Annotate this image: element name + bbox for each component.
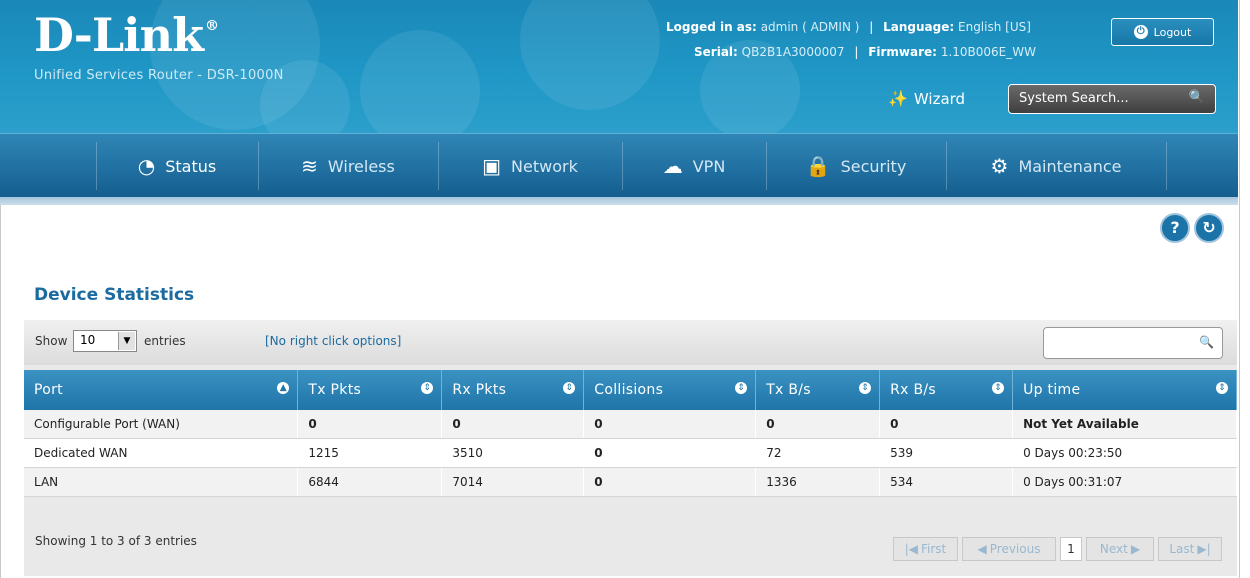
- cell-up-time: 0 Days 00:23:50: [1012, 438, 1237, 468]
- device-statistics-table: Port ▲ Tx Pkts ⇕ Rx Pkts ⇕ Collisions ⇕ Tx B…: [24, 370, 1237, 497]
- cell-tx-bps: 72: [755, 438, 881, 468]
- cell-tx-pkts: 0: [297, 410, 443, 439]
- entries-label: entries: [144, 334, 186, 348]
- sort-up-icon: ▲: [277, 382, 290, 394]
- sort-icon: ⇕: [859, 382, 872, 394]
- search-icon: 🔍: [1188, 90, 1205, 105]
- cell-port: Dedicated WAN: [24, 438, 299, 468]
- lock-icon: 🔒: [805, 154, 831, 178]
- cell-tx-pkts: 1215: [297, 438, 443, 468]
- entries-select[interactable]: 10 ▼: [73, 330, 137, 352]
- next-page-button[interactable]: Next ▶: [1086, 537, 1154, 561]
- sort-icon: ⇕: [421, 382, 434, 394]
- previous-icon: ◀: [977, 542, 987, 556]
- column-header-tx-pkts[interactable]: Tx Pkts ⇕: [297, 370, 443, 410]
- cell-tx-bps: 1336: [755, 467, 881, 497]
- logout-button[interactable]: ⏻ Logout: [1111, 18, 1214, 46]
- table-row[interactable]: LAN 6844 7014 0 1336 534 0 Days 00:31:07: [24, 467, 1237, 497]
- cell-rx-pkts: 3510: [441, 438, 585, 468]
- help-icon[interactable]: ?: [1160, 213, 1190, 243]
- cloud-lock-icon: ☁: [662, 154, 683, 178]
- speedometer-icon: ◔: [137, 154, 156, 178]
- nav-security[interactable]: 🔒 Security: [766, 134, 946, 198]
- table-header-row: Port ▲ Tx Pkts ⇕ Rx Pkts ⇕ Collisions ⇕ Tx B…: [24, 370, 1237, 410]
- wizard-button[interactable]: ✨ Wizard: [888, 89, 965, 108]
- last-page-button[interactable]: Last ▶|: [1158, 537, 1222, 561]
- page-title: Device Statistics: [34, 285, 195, 305]
- column-header-port[interactable]: Port ▲: [24, 370, 299, 410]
- column-header-rx-bps[interactable]: Rx B/s ⇕: [879, 370, 1014, 410]
- gears-icon: ⚙: [990, 154, 1009, 178]
- next-icon: ▶: [1130, 542, 1141, 556]
- chevron-down-icon: ▼: [118, 332, 135, 350]
- cell-tx-pkts: 6844: [297, 467, 443, 497]
- column-header-up-time[interactable]: Up time ⇕: [1012, 370, 1237, 410]
- cell-up-time: 0 Days 00:31:07: [1012, 467, 1237, 497]
- cell-collisions: 0: [583, 467, 757, 497]
- previous-page-button[interactable]: ◀ Previous: [962, 537, 1056, 561]
- cell-rx-bps: 534: [879, 467, 1014, 497]
- column-header-tx-bps[interactable]: Tx B/s ⇕: [755, 370, 881, 410]
- monitor-icon: ▣: [482, 154, 502, 178]
- column-header-collisions[interactable]: Collisions ⇕: [583, 370, 757, 410]
- nav-wireless[interactable]: ≋ Wireless: [258, 134, 438, 198]
- cell-port: LAN: [24, 467, 299, 497]
- cell-rx-bps: 0: [879, 410, 1014, 439]
- sort-icon: ⇕: [563, 382, 576, 394]
- product-subtitle: Unified Services Router - DSR-1000N: [34, 68, 284, 83]
- show-label: Show: [35, 334, 68, 348]
- login-info: Logged in as: admin ( ADMIN ) | Language…: [666, 20, 1031, 34]
- device-info: Serial: QB2B1A3000007 | Firmware: 1.10B0…: [694, 45, 1036, 59]
- cell-rx-pkts: 0: [441, 410, 585, 439]
- refresh-icon[interactable]: ↻: [1194, 213, 1224, 243]
- logged-user: admin ( ADMIN ): [760, 20, 860, 34]
- table-row[interactable]: Configurable Port (WAN) 0 0 0 0 0 Not Ye…: [24, 410, 1237, 439]
- first-icon: |◀: [904, 542, 918, 556]
- current-page-button[interactable]: 1: [1060, 537, 1082, 561]
- cell-collisions: 0: [583, 438, 757, 468]
- cell-port: Configurable Port (WAN): [24, 410, 299, 439]
- nav-vpn[interactable]: ☁ VPN: [622, 134, 766, 198]
- nav-underline: [0, 197, 1238, 205]
- no-right-click-note: [No right click options]: [265, 334, 402, 348]
- magic-wand-icon: ✨: [888, 89, 908, 108]
- cell-up-time: Not Yet Available: [1012, 410, 1237, 439]
- first-page-button[interactable]: |◀ First: [893, 537, 958, 561]
- pagination-info: Showing 1 to 3 of 3 entries: [35, 534, 197, 548]
- language-value[interactable]: English [US]: [958, 20, 1031, 34]
- wifi-icon: ≋: [301, 154, 318, 178]
- column-header-rx-pkts[interactable]: Rx Pkts ⇕: [441, 370, 585, 410]
- nav-network[interactable]: ▣ Network: [438, 134, 622, 198]
- dlink-logo: D-Link ®: [34, 8, 219, 62]
- power-icon: ⏻: [1133, 25, 1148, 39]
- serial-value: QB2B1A3000007: [741, 45, 845, 59]
- firmware-value: 1.10B006E_WW: [940, 45, 1036, 59]
- system-search-input[interactable]: System Search... 🔍: [1008, 84, 1216, 114]
- table-search-input[interactable]: 🔍: [1043, 327, 1223, 359]
- main-nav: ◔ Status ≋ Wireless ▣ Network ☁ VPN 🔒 Securit…: [0, 133, 1238, 198]
- last-icon: ▶|: [1197, 542, 1211, 556]
- search-icon: 🔍: [1199, 335, 1214, 349]
- cell-rx-pkts: 7014: [441, 467, 585, 497]
- nav-maintenance[interactable]: ⚙ Maintenance: [946, 134, 1166, 198]
- cell-tx-bps: 0: [755, 410, 881, 439]
- sort-icon: ⇕: [992, 382, 1005, 394]
- header-banner: D-Link ® Unified Services Router - DSR-10…: [0, 0, 1238, 133]
- sort-icon: ⇕: [1216, 382, 1228, 394]
- nav-status[interactable]: ◔ Status: [96, 134, 258, 198]
- table-row[interactable]: Dedicated WAN 1215 3510 0 72 539 0 Days …: [24, 438, 1237, 468]
- cell-collisions: 0: [583, 410, 757, 439]
- sort-icon: ⇕: [735, 382, 748, 394]
- cell-rx-bps: 539: [879, 438, 1014, 468]
